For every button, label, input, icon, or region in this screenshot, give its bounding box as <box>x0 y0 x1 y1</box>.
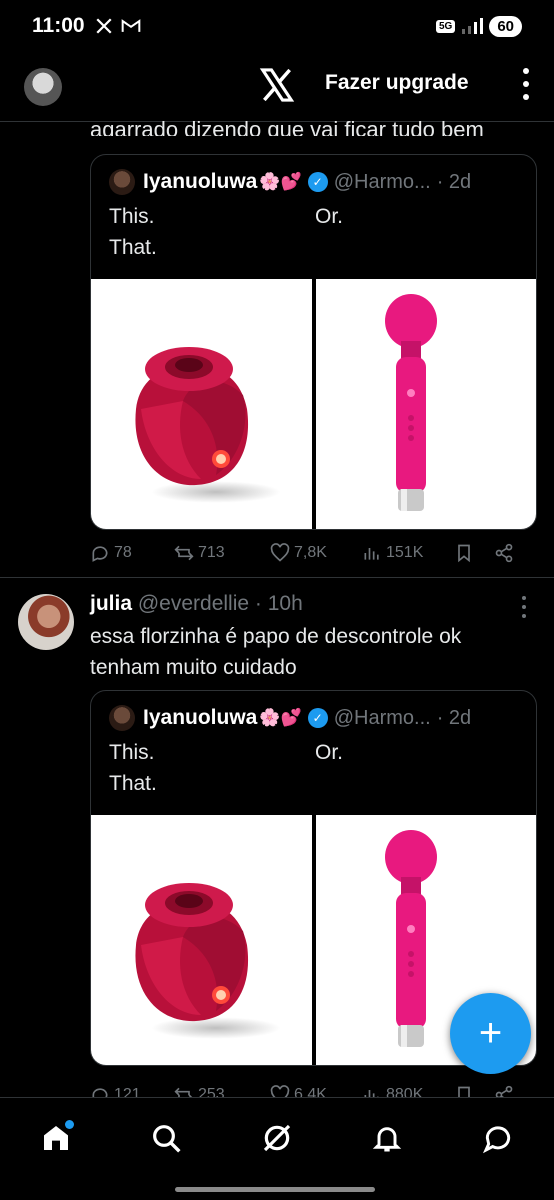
status-time: 11:00 <box>32 14 85 37</box>
status-bar: 11:00 5G 60 <box>0 0 554 52</box>
nav-grok[interactable] <box>257 1118 297 1158</box>
messages-icon <box>482 1126 511 1154</box>
tweet-header: julia @everdellie · 10h <box>90 592 303 616</box>
quoted-author-handle: @Harmo... <box>333 170 431 193</box>
author-name[interactable]: julia <box>90 592 132 615</box>
upgrade-button[interactable]: Fazer upgrade <box>325 71 469 95</box>
quoted-tweet-card[interactable]: Iyanuoluwa 🌸💕 ✓ @Harmo... · 2d This. Tha… <box>90 154 537 530</box>
quoted-tweet-media <box>91 279 536 529</box>
tweet-text: essa florzinha é papo de descontrole ok … <box>90 625 462 679</box>
bottom-navigation <box>0 1097 554 1200</box>
bookmark-button[interactable] <box>454 543 494 563</box>
compose-plus-icon: + <box>478 1011 503 1055</box>
search-icon <box>153 1125 181 1153</box>
quoted-author-avatar <box>109 705 135 731</box>
share-button[interactable] <box>494 543 514 563</box>
x-logo-icon[interactable] <box>258 66 296 104</box>
previous-tweet-text: agarrado dizendo que vai ficar tudo bem <box>90 117 484 136</box>
quoted-author-avatar <box>109 169 135 195</box>
like-button[interactable]: 7,8K <box>270 543 362 563</box>
nav-home[interactable] <box>36 1118 76 1158</box>
tweet-divider <box>0 577 554 578</box>
tweet-time: · 10h <box>254 592 303 615</box>
compose-button[interactable]: + <box>450 993 531 1074</box>
profile-avatar[interactable] <box>24 67 62 106</box>
bookmark-icon <box>458 544 470 563</box>
reply-button[interactable]: 78 <box>90 543 174 563</box>
quoted-tweet-text: This. That. Or. <box>109 741 344 795</box>
top-app-bar: Fazer upgrade <box>0 52 554 122</box>
quoted-author-handle: @Harmo... <box>333 706 431 729</box>
share-icon <box>495 543 513 563</box>
nav-messages[interactable] <box>478 1118 518 1158</box>
author-handle[interactable]: @everdellie <box>138 592 249 615</box>
rose-product-image[interactable] <box>91 815 312 1065</box>
signal-icon <box>462 18 484 34</box>
quoted-tweet-time: · 2d <box>436 706 472 729</box>
gmail-icon <box>121 19 140 32</box>
nav-search[interactable] <box>146 1118 186 1158</box>
tweet-actions: 78 713 7,8K 151K <box>90 541 530 565</box>
battery-indicator: 60 <box>489 15 522 37</box>
quoted-tweet-time: · 2d <box>436 170 472 193</box>
reply-icon <box>92 546 108 562</box>
verified-badge-icon: ✓ <box>307 172 328 192</box>
views-icon <box>364 548 379 560</box>
repost-button[interactable]: 713 <box>174 543 270 563</box>
verified-badge-icon: ✓ <box>307 708 328 728</box>
views-button[interactable]: 151K <box>362 543 454 563</box>
quoted-author-name: Iyanuoluwa <box>143 170 258 193</box>
tweet-more-icon[interactable] <box>521 596 527 618</box>
notifications-icon <box>372 1127 402 1152</box>
quoted-author-name: Iyanuoluwa <box>143 706 258 729</box>
gesture-handle <box>175 1187 375 1192</box>
nav-notifications[interactable] <box>367 1118 407 1158</box>
grok-icon <box>263 1124 291 1152</box>
home-notification-dot <box>65 1120 74 1129</box>
x-notification-icon <box>96 18 112 34</box>
more-options-icon[interactable] <box>522 68 530 100</box>
quoted-author-emoji: 🌸💕 <box>259 172 302 191</box>
rose-product-image[interactable] <box>91 279 312 529</box>
repost-icon <box>174 545 194 561</box>
heart-icon <box>270 543 290 562</box>
quoted-author-emoji: 🌸💕 <box>259 708 302 727</box>
author-avatar[interactable] <box>18 594 74 650</box>
network-badge: 5G <box>435 19 456 33</box>
quoted-tweet-text: This. That. Or. <box>109 205 344 259</box>
wand-product-image[interactable] <box>315 279 536 529</box>
